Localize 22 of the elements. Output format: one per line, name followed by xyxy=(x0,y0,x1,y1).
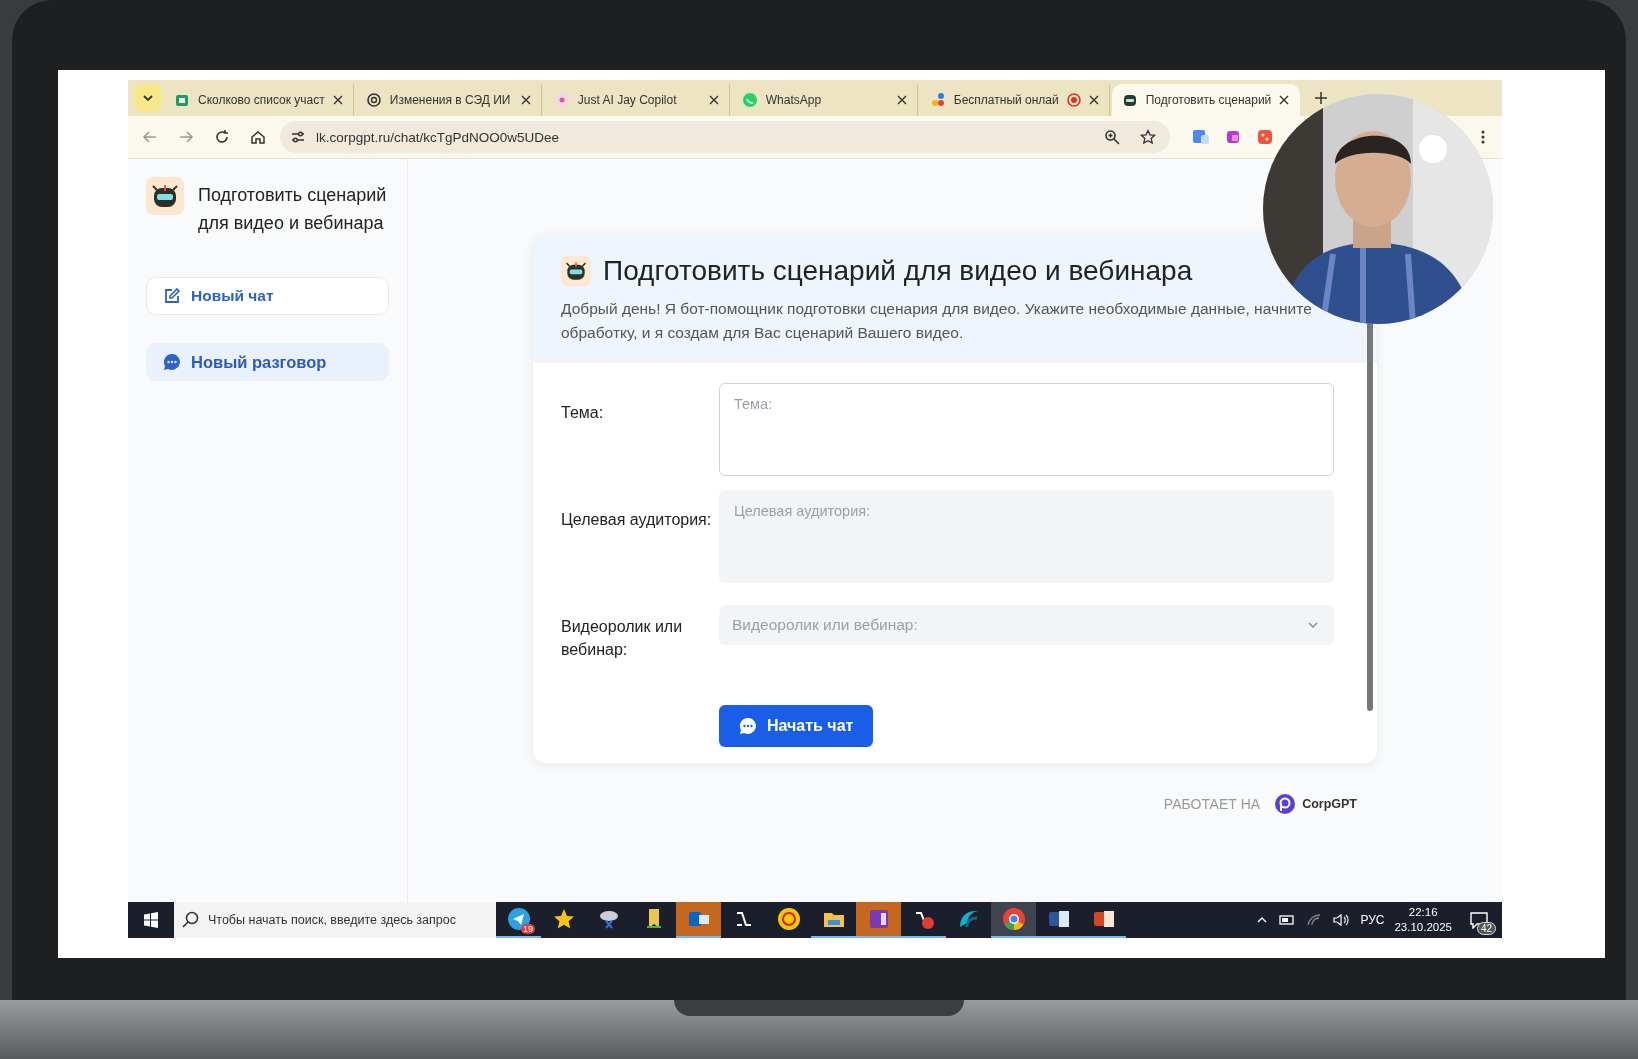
input-field[interactable]: Тема: xyxy=(719,383,1334,476)
field-label: Видеоролик или вебинар: xyxy=(561,617,684,660)
chat-title: Подготовить сценарий для видео и вебинара xyxy=(198,184,388,235)
input-field[interactable]: Целевая аудитория: xyxy=(719,490,1334,583)
field-label: Тема: xyxy=(561,403,605,423)
clock-time[interactable]: 22:16 xyxy=(1408,905,1438,920)
powered-by-label: РАБОТАЕТ НА xyxy=(1163,796,1261,812)
unread-badge: 19 xyxy=(521,924,535,934)
sidebar-item[interactable]: Новый разговор xyxy=(146,343,389,381)
clock-date[interactable]: 23.10.2025 xyxy=(1394,920,1452,935)
taskbar-app[interactable]: 19 xyxy=(496,902,541,938)
language-indicator[interactable]: РУС xyxy=(1360,913,1385,927)
brand-name[interactable]: CorpGPT xyxy=(1302,797,1357,811)
card-description: Добрый день! Я бот-помощник подготовки сценария для видео. Укажите необходимые данные, начните обработку, и я создам для Вас сценарий Вашего видео. xyxy=(561,299,1313,343)
start-chat-button[interactable]: Начать чат xyxy=(719,705,874,747)
notification-button[interactable]: 42 xyxy=(1462,905,1496,935)
card-title: Подготовить сценарий для видео и вебинара xyxy=(603,255,1193,287)
browser-tab[interactable]: Подготовить сценарий xyxy=(1111,84,1301,116)
address-bar[interactable]: lk.corpgpt.ru/chat/kcTgPdNOO0w5UDee xyxy=(280,121,1170,153)
field-label: Целевая аудитория: xyxy=(561,510,713,530)
sidebar-item[interactable]: Новый чат xyxy=(146,277,389,315)
search-field[interactable]: Чтобы начать поиск, введите здесь запрос xyxy=(174,902,496,938)
